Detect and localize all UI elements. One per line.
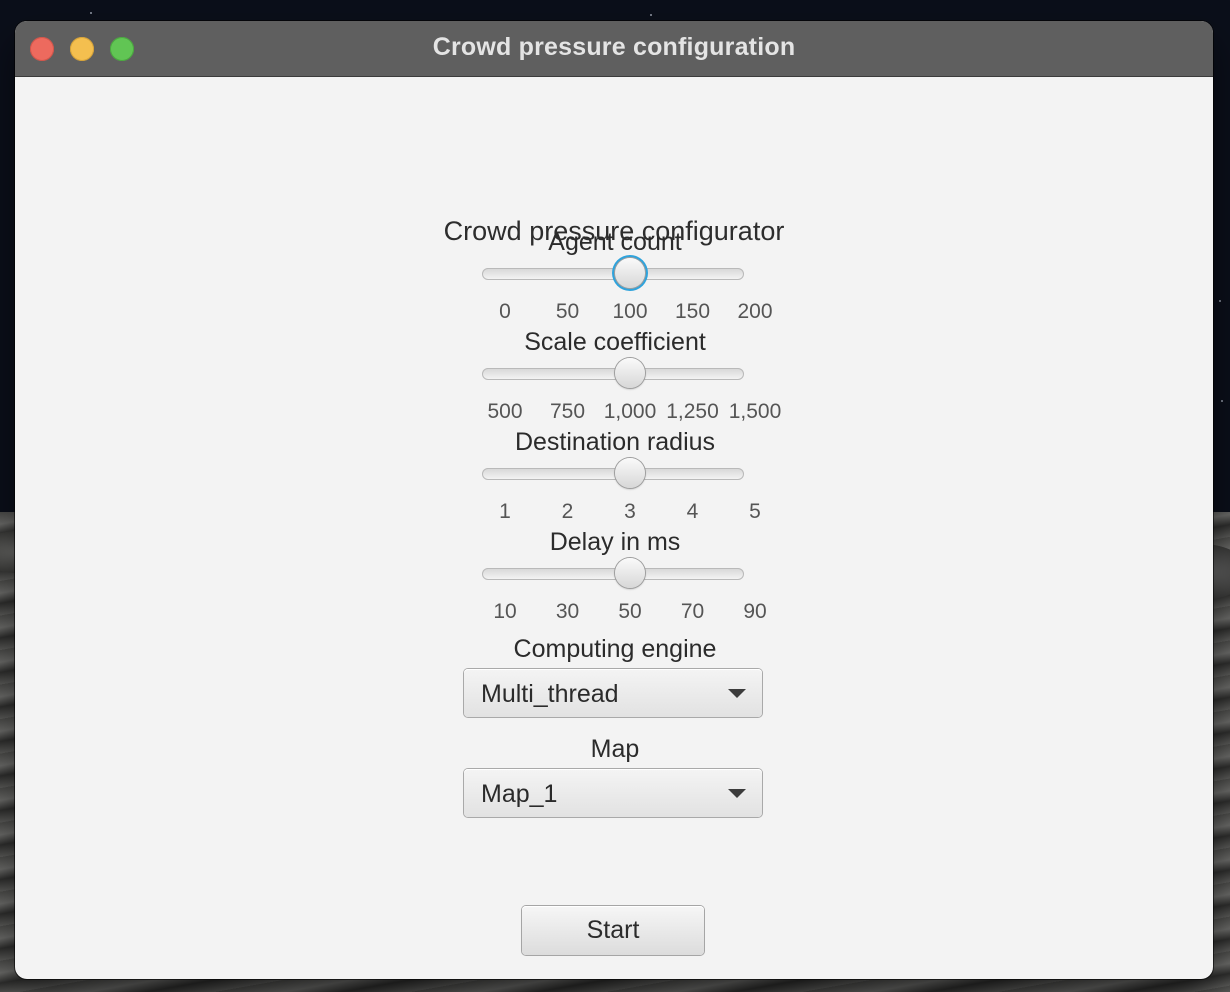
- map-select[interactable]: Map_1: [464, 769, 762, 817]
- delay-slider-thumb[interactable]: [615, 558, 645, 588]
- agent-count-label: Agent count: [548, 228, 682, 256]
- delay-tick: 90: [743, 600, 767, 623]
- scale-coefficient-tick: 1,500: [728, 400, 782, 423]
- agent-count-tick: 200: [737, 300, 773, 323]
- destination-radius-slider-thumb[interactable]: [615, 458, 645, 488]
- title-bar[interactable]: Crowd pressure configuration: [15, 21, 1213, 77]
- delay-slider-track[interactable]: [482, 568, 744, 580]
- computing-engine-select[interactable]: Multi_thread: [464, 669, 762, 717]
- computing-engine-value: Multi_thread: [481, 680, 619, 708]
- star: [650, 14, 652, 16]
- window-title: Crowd pressure configuration: [432, 33, 796, 61]
- scale-coefficient-label: Scale coefficient: [524, 328, 706, 356]
- star: [1221, 400, 1223, 402]
- agent-count-slider-track[interactable]: [482, 268, 744, 280]
- star: [1219, 300, 1221, 302]
- star: [90, 12, 92, 14]
- config-panel: Crowd pressure configurator Agent count …: [15, 77, 1213, 979]
- agent-count-slider-thumb[interactable]: [615, 258, 645, 288]
- start-button[interactable]: Start: [522, 906, 704, 955]
- app-window: Crowd pressure configuration Crowd press…: [15, 21, 1213, 979]
- computing-engine-label: Computing engine: [513, 635, 717, 663]
- scale-coefficient-slider-track[interactable]: [482, 368, 744, 380]
- destination-radius-label: Destination radius: [514, 428, 716, 456]
- destination-radius-slider-track[interactable]: [482, 468, 744, 480]
- chevron-down-icon: [728, 689, 746, 698]
- map-value: Map_1: [481, 780, 558, 808]
- delay-label: Delay in ms: [549, 528, 681, 556]
- chevron-down-icon: [728, 789, 746, 798]
- scale-coefficient-slider-thumb[interactable]: [615, 358, 645, 388]
- destination-radius-tick: 5: [749, 500, 761, 523]
- map-label: Map: [590, 735, 640, 763]
